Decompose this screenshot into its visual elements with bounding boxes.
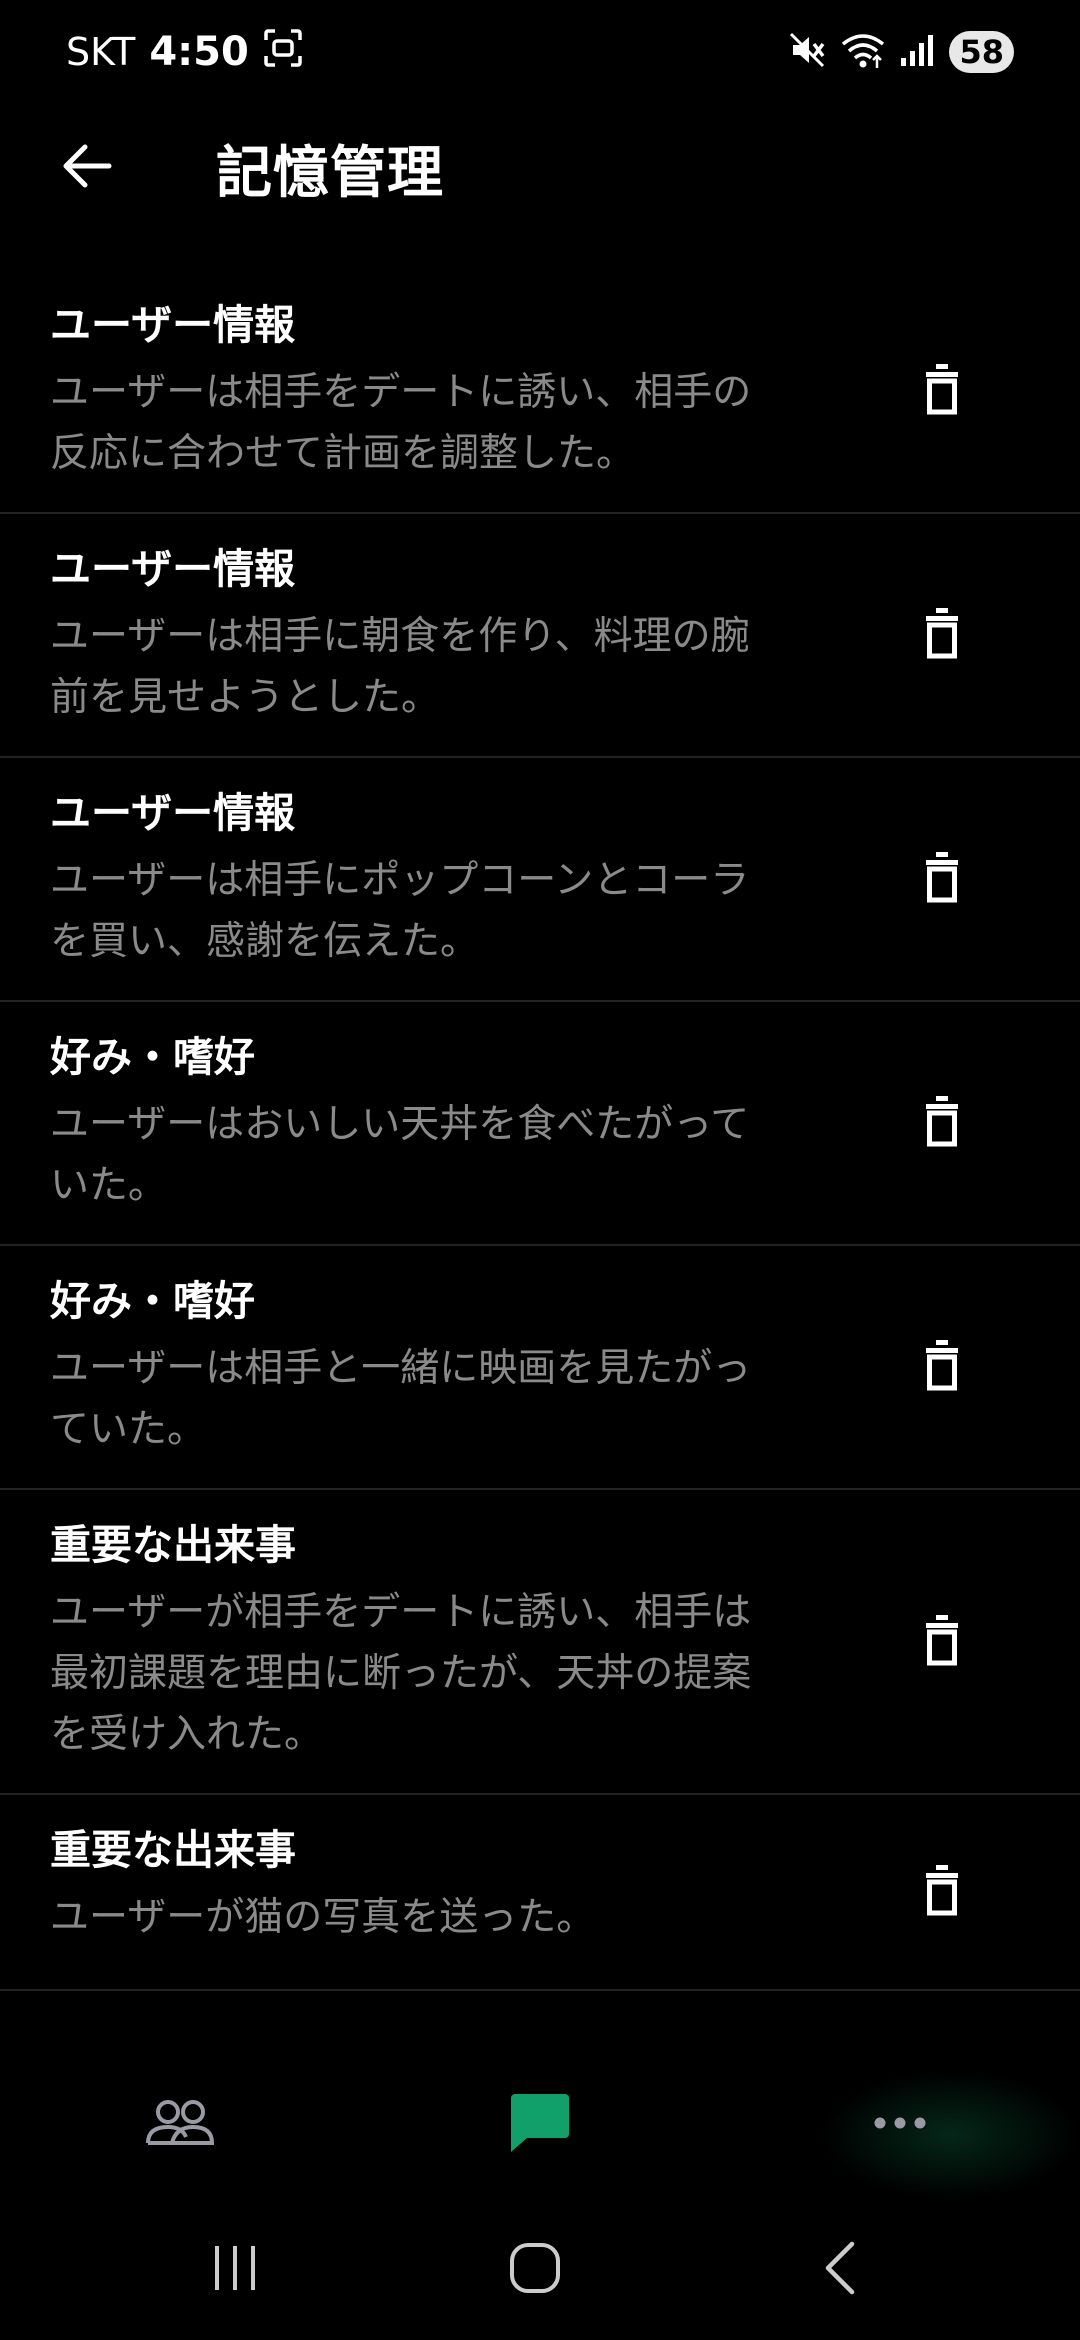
memory-description-line: ていた。 [50,1407,207,1452]
trash-icon [925,607,959,663]
back-button[interactable] [32,113,142,223]
memory-description-line: ユーザーは相手にポップコーンとコーラ [50,858,750,903]
nav-people-tab[interactable] [120,2065,240,2185]
arrow-left-icon [59,138,115,198]
memory-category: ユーザー情報 [50,301,296,349]
delete-button[interactable] [914,1332,970,1402]
memory-category: ユーザー情報 [50,789,296,837]
memory-description-line: 反応に合わせて計画を調整した。 [50,431,636,476]
trash-icon [925,1864,959,1920]
trash-icon [925,1614,959,1670]
home-button[interactable] [475,2220,595,2320]
delete-button[interactable] [914,600,970,670]
delete-button[interactable] [914,1607,970,1677]
memory-description: ユーザーはおいしい天丼を食べたがって いた。 [50,1094,820,1216]
memory-item: 重要な出来事 ユーザーが猫の写真を送った。 [0,1795,1080,1991]
page-title: 記憶管理 [216,140,444,206]
memory-description-line: ユーザーが猫の写真を送った。 [50,1895,596,1940]
memory-description-line: を受け入れた。 [50,1712,324,1757]
app-header: 記憶管理 [0,104,1080,232]
trash-icon [925,851,959,907]
memory-text: ユーザー情報 ユーザーは相手にポップコーンとコーラ を買い、感謝を伝えた。 [50,782,820,972]
memory-category: 重要な出来事 [50,1521,296,1569]
memory-description-line: ユーザーは相手に朝食を作り、料理の腕 [50,614,750,659]
delete-button[interactable] [914,1088,970,1158]
memory-description: ユーザーは相手に朝食を作り、料理の腕 前を見せようとした。 [50,606,820,728]
people-icon [144,2097,216,2153]
memory-item: 重要な出来事 ユーザーが相手をデートに誘い、相手は 最初課題を理由に断ったが、天… [0,1490,1080,1795]
memory-description-line: いた。 [50,1163,168,1208]
nav-more-tab[interactable] [840,2065,960,2185]
delete-button[interactable] [914,844,970,914]
memory-description-line: 最初課題を理由に断ったが、天丼の提案 [50,1651,752,1696]
delete-button[interactable] [914,356,970,426]
more-icon [872,2115,928,2135]
delete-button[interactable] [914,1857,970,1927]
memory-list: ユーザー情報 ユーザーは相手をデートに誘い、相手の 反応に合わせて計画を調整した… [0,270,1080,1991]
memory-category: 重要な出来事 [50,1826,296,1874]
clock: 4:50 [149,29,249,75]
nav-chat-tab[interactable] [480,2065,600,2185]
carrier-label: SKT [66,30,136,74]
face-scan-icon [263,28,303,77]
memory-text: 好み・嗜好 ユーザーはおいしい天丼を食べたがって いた。 [50,1026,820,1216]
memory-item: ユーザー情報 ユーザーは相手にポップコーンとコーラ を買い、感謝を伝えた。 [0,758,1080,1002]
trash-icon [925,1339,959,1395]
wifi-icon [841,30,885,74]
recents-icon [210,2243,260,2297]
back-icon [820,2240,860,2300]
memory-text: ユーザー情報 ユーザーは相手に朝食を作り、料理の腕 前を見せようとした。 [50,538,820,728]
memory-item: ユーザー情報 ユーザーは相手に朝食を作り、料理の腕 前を見せようとした。 [0,514,1080,758]
memory-description-line: ユーザーはおいしい天丼を食べたがって [50,1102,750,1147]
memory-description: ユーザーは相手をデートに誘い、相手の 反応に合わせて計画を調整した。 [50,362,820,484]
memory-text: ユーザー情報 ユーザーは相手をデートに誘い、相手の 反応に合わせて計画を調整した… [50,294,820,484]
memory-description-line: を買い、感謝を伝えた。 [50,919,480,964]
system-back-button[interactable] [780,2220,900,2320]
system-nav [0,2200,1080,2340]
trash-icon [925,1095,959,1151]
memory-description: ユーザーが相手をデートに誘い、相手は 最初課題を理由に断ったが、天丼の提案 を受… [50,1582,820,1765]
memory-description-line: ユーザーは相手と一緒に映画を見たがっ [50,1346,752,1391]
status-left: SKT 4:50 [66,28,303,77]
memory-description-line: ユーザーが相手をデートに誘い、相手は [50,1590,752,1635]
recents-button[interactable] [175,2220,295,2320]
battery-indicator: 58 [949,31,1014,73]
memory-text: 重要な出来事 ユーザーが相手をデートに誘い、相手は 最初課題を理由に断ったが、天… [50,1514,820,1765]
memory-category: ユーザー情報 [50,545,296,593]
memory-description: ユーザーが猫の写真を送った。 [50,1887,820,1948]
bottom-nav [0,2050,1080,2200]
mute-icon [787,30,827,74]
memory-category: 好み・嗜好 [50,1033,255,1081]
status-right: 58 [787,30,1014,74]
trash-icon [925,363,959,419]
memory-category: 好み・嗜好 [50,1277,255,1325]
memory-description-line: 前を見せようとした。 [50,675,441,720]
memory-text: 好み・嗜好 ユーザーは相手と一緒に映画を見たがっ ていた。 [50,1270,820,1460]
status-bar: SKT 4:50 58 [0,0,1080,104]
memory-description-line: ユーザーは相手をデートに誘い、相手の [50,370,752,415]
memory-item: 好み・嗜好 ユーザーはおいしい天丼を食べたがって いた。 [0,1002,1080,1246]
memory-item: 好み・嗜好 ユーザーは相手と一緒に映画を見たがっ ていた。 [0,1246,1080,1490]
memory-text: 重要な出来事 ユーザーが猫の写真を送った。 [50,1819,820,1948]
signal-icon [899,30,935,74]
memory-description: ユーザーは相手と一緒に映画を見たがっ ていた。 [50,1338,820,1460]
chat-icon [507,2090,573,2160]
memory-description: ユーザーは相手にポップコーンとコーラ を買い、感謝を伝えた。 [50,850,820,972]
memory-item: ユーザー情報 ユーザーは相手をデートに誘い、相手の 反応に合わせて計画を調整した… [0,270,1080,514]
home-icon [508,2241,562,2299]
